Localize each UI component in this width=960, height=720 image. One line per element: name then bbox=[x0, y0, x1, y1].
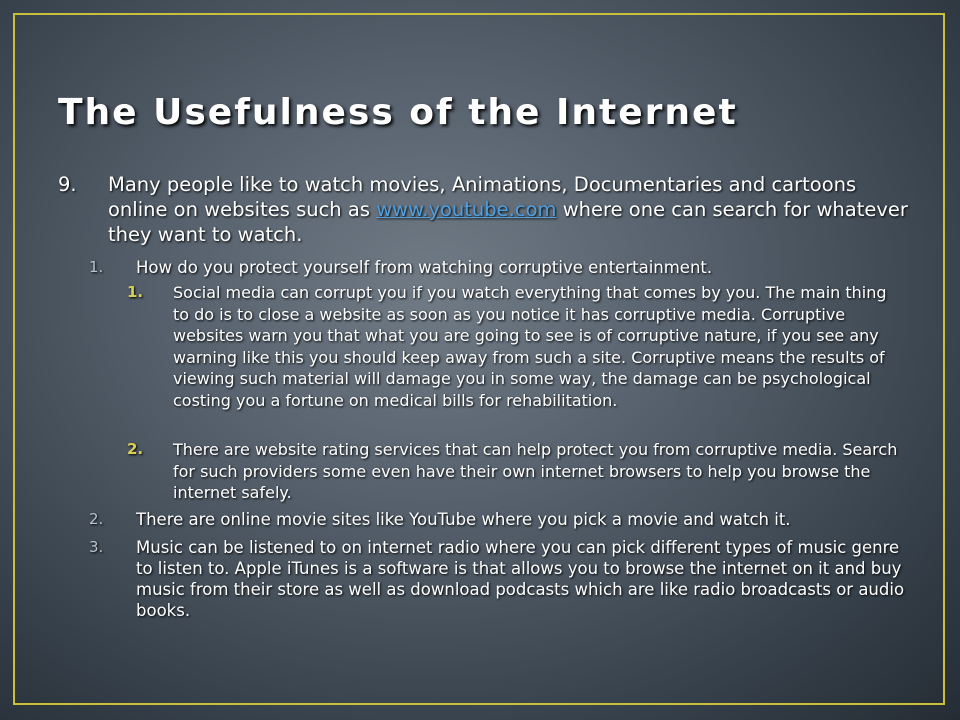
sub-item-number: 1. bbox=[89, 258, 104, 276]
sub-item-2: 2. There are online movie sites like You… bbox=[89, 509, 906, 530]
sub-item-text: Music can be listened to on internet rad… bbox=[136, 538, 905, 620]
sub-sub-item-1: 1. Social media can corrupt you if you w… bbox=[127, 282, 903, 411]
list-item-9: 9. Many people like to watch movies, Ani… bbox=[58, 172, 918, 247]
sub-sub-item-number: 1. bbox=[127, 283, 144, 301]
sub-item-1: 1. How do you protect yourself from watc… bbox=[89, 257, 906, 278]
sub-item-number: 3. bbox=[89, 538, 104, 556]
sub-sub-item-text: There are website rating services that c… bbox=[173, 440, 898, 502]
list-number: 9. bbox=[58, 173, 77, 196]
sub-item-3: 3. Music can be listened to on internet … bbox=[89, 537, 906, 621]
sub-sub-item-text: Social media can corrupt you if you watc… bbox=[173, 283, 887, 410]
sub-sub-item-number: 2. bbox=[127, 440, 144, 458]
sub-item-number: 2. bbox=[89, 510, 104, 528]
list-text: Many people like to watch movies, Animat… bbox=[108, 172, 918, 247]
sub-item-text: How do you protect yourself from watchin… bbox=[136, 258, 713, 277]
youtube-link[interactable]: www.youtube.com bbox=[376, 198, 556, 221]
sub-sub-item-2: 2. There are website rating services tha… bbox=[127, 439, 903, 504]
slide-content: 9. Many people like to watch movies, Ani… bbox=[0, 0, 960, 720]
sub-item-text: There are online movie sites like YouTub… bbox=[136, 510, 791, 529]
